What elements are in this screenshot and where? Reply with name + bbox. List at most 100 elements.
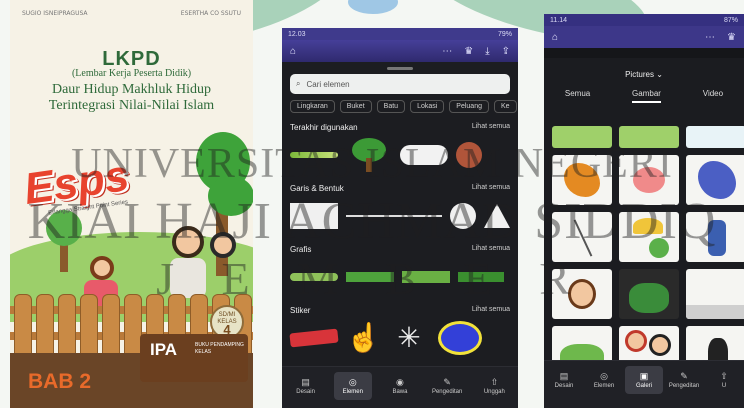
gallery-image-kid[interactable] [619,269,679,319]
home-icon[interactable]: ⌂ [552,32,558,43]
see-all-link[interactable]: Lihat semua [472,123,510,132]
status-battery: 87% [723,16,738,24]
more-icon[interactable]: ⋯ [705,32,715,43]
section-graphics: Grafis Lihat semua [282,245,518,296]
tab-pengeditan[interactable]: ✎ Pengeditan [428,372,466,400]
gallery-image[interactable] [686,126,744,148]
tab-bawa[interactable]: ◉ Bawa [381,372,419,400]
cover-line-1: Daur Hidup Makhluk Hidup [51,82,212,97]
crown-icon[interactable]: ♛ [464,46,473,57]
gallery-image-butterfly[interactable] [686,155,744,205]
edit-icon: ✎ [680,370,688,381]
tab-label: Desain [296,388,315,395]
more-icon[interactable]: ⋯ [442,46,452,57]
status-time: 11.14 [550,16,567,24]
gallery-image-butterfly[interactable] [619,155,679,205]
see-all-link[interactable]: Lihat semua [472,245,510,254]
upload-icon: ⇧ [490,376,499,387]
status-bar: 12.03 79% [282,28,518,40]
media-type-dropdown[interactable]: Pictures ⌄ [544,70,744,79]
sticker-burst[interactable]: ✳ [388,321,430,355]
shape-triangle[interactable] [484,204,510,228]
tree-canopy [208,176,253,216]
fence-plank [14,294,32,360]
sheet-drag-handle[interactable] [387,67,413,70]
shape-rect[interactable] [290,203,338,229]
crown-icon[interactable]: ♛ [727,32,736,43]
sticker-ribbon[interactable] [289,328,339,348]
tab-unggah[interactable]: ⇧ U [705,366,743,394]
chapter-label: BAB 2 [28,370,92,393]
fence-plank [80,294,98,360]
kid-illustration [210,232,236,258]
chip[interactable]: Buket [339,100,372,113]
search-icon: ⌕ [296,79,301,88]
subject-label: IPA [150,340,178,359]
screenshot-stage: SUGIO ISNEIPRAGUSA ESERTHA CO SSUTU LKPD… [0,0,744,408]
element-thumb[interactable] [290,152,338,158]
section-title: Terakhir digunakan [290,123,358,132]
share-icon[interactable]: ⇪ [502,46,510,57]
section-recent: Terakhir digunakan Lihat semua [282,123,518,174]
phone-screen-elements: 12.03 79% ⌂ ⋯ ♛ ⤓ ⇪ ⌕ Cari elemen Lingka… [282,28,518,408]
gallery-image-kid[interactable] [619,212,679,262]
tab-desain[interactable]: ▤ Desain [287,372,325,400]
chevron-down-icon: ⌄ [656,70,663,79]
status-battery: 79% [497,30,512,38]
graphic-grass[interactable] [346,272,394,282]
shape-line[interactable] [346,215,442,217]
status-time: 12.03 [288,30,306,38]
download-icon[interactable]: ⤓ [485,46,489,57]
gallery-image-kid[interactable] [686,212,744,262]
tab-desain[interactable]: ▤ Desain [545,366,583,394]
tab-label: Elemen [342,388,363,395]
gallery-image-kid[interactable] [552,269,612,319]
tab-elemen[interactable]: ◎ Elemen [333,372,372,400]
tab-pengeditan[interactable]: ✎ Pengeditan [665,366,703,394]
app-header: ⌂ ⋯ ♛ [544,26,744,48]
kid-illustration [172,226,204,258]
element-thumb-kid[interactable] [456,142,482,168]
gallery-image[interactable] [552,126,612,148]
sticker-blob[interactable] [438,321,482,355]
cover-subtitle: (Lembar Kerja Peserta Didik) [71,68,192,79]
search-field[interactable]: ⌕ Cari elemen [290,74,510,94]
tab-unggah[interactable]: ⇧ Unggah [475,372,513,400]
kid-illustration [90,256,114,280]
element-thumb-tree[interactable] [346,138,392,172]
graphic-grass[interactable] [458,272,504,282]
chip[interactable]: Lokasi [410,100,445,113]
cover-author-right: ESERTHA CO SSUTU [180,10,241,17]
see-all-link[interactable]: Lihat semua [472,306,510,315]
home-icon[interactable]: ⌂ [290,46,296,57]
sticker-hand[interactable]: ☝ [346,321,381,355]
chip[interactable]: Ke [494,100,517,113]
tab-label: Elemen [593,382,615,389]
see-all-link[interactable]: Lihat semua [472,184,510,193]
shape-circle[interactable] [450,203,476,229]
edit-icon: ✎ [443,376,451,387]
fence-plank [58,294,76,360]
chip[interactable]: Batu [376,100,406,113]
section-title: Stiker [290,306,311,315]
elements-icon: ◎ [348,376,357,387]
element-thumb-cloud[interactable] [400,145,448,165]
chip[interactable]: Peluang [449,100,489,113]
graphic-grass[interactable] [402,271,450,283]
tab-elemen[interactable]: ◎ Elemen [585,366,623,394]
tab-label: Galeri [635,382,652,389]
gallery-image[interactable] [552,212,612,262]
gallery-image-grass[interactable] [686,269,744,319]
suggestion-chips: Lingkaran Buket Batu Lokasi Peluang Ke [282,94,518,113]
elements-icon: ◎ [600,370,608,381]
chip[interactable]: Lingkaran [290,100,335,113]
section-title: Garis & Bentuk [290,184,344,193]
app-header: ⌂ ⋯ ♛ ⤓ ⇪ [282,40,518,62]
gallery-image[interactable] [619,126,679,148]
tab-label: Desain [554,382,574,389]
gallery-image-butterfly[interactable] [552,155,612,205]
gallery-grid [552,98,744,376]
tab-galeri[interactable]: ▣ Galeri [625,366,663,394]
graphic-grass[interactable] [290,273,338,281]
subject-side-text: BUKU PENDAMPING KELAS [195,342,244,355]
